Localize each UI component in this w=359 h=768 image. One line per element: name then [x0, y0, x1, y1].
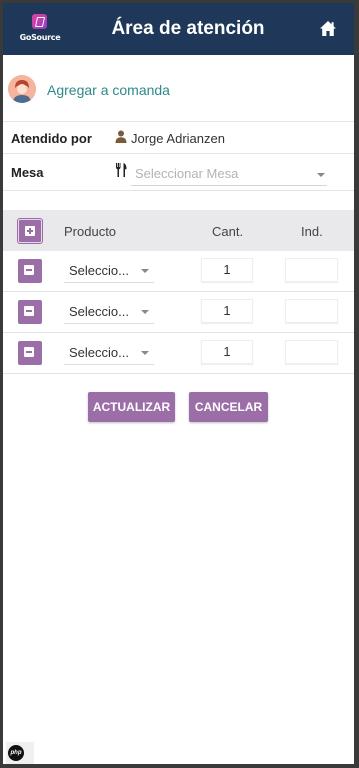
add-to-command-link[interactable]: Agregar a comanda	[47, 82, 170, 98]
table-select[interactable]: Seleccionar Mesa	[131, 162, 327, 186]
attended-by-label: Atendido por	[11, 131, 92, 146]
remove-item-button[interactable]	[18, 300, 42, 324]
column-header-product: Producto	[64, 224, 117, 239]
indication-input[interactable]	[285, 340, 338, 364]
chevron-down-icon	[141, 351, 149, 355]
minus-square-icon	[24, 265, 34, 275]
update-button[interactable]: ACTUALIZAR	[88, 392, 175, 422]
user-icon	[115, 130, 127, 143]
table-row: Seleccio... 1	[3, 251, 354, 292]
product-select-value: Seleccio...	[69, 263, 129, 278]
table-row: Seleccio... 1	[3, 292, 354, 333]
avatar	[8, 75, 36, 103]
logo-text: GoSource	[19, 33, 61, 42]
home-icon[interactable]	[319, 20, 337, 37]
attended-by-value: Jorge Adrianzen	[131, 131, 225, 146]
attended-by-row: Atendido por Jorge Adrianzen	[3, 121, 354, 154]
logo-mark-icon	[32, 14, 47, 29]
items-table-header: Producto Cant. Ind.	[3, 210, 354, 251]
chevron-down-icon	[317, 173, 325, 177]
chevron-down-icon	[141, 310, 149, 314]
table-row: Seleccio... 1	[3, 333, 354, 374]
app-frame: GoSource Área de atención Agregar a coma…	[3, 3, 354, 764]
fork-knife-icon	[116, 163, 127, 177]
remove-item-button[interactable]	[18, 341, 42, 365]
chevron-down-icon	[141, 269, 149, 273]
php-debug-badge[interactable]: php	[6, 742, 34, 764]
product-select[interactable]: Seleccio...	[64, 299, 154, 324]
gosource-logo[interactable]: GoSource	[17, 12, 61, 46]
indication-input[interactable]	[285, 299, 338, 323]
cancel-button[interactable]: CANCELAR	[189, 392, 268, 422]
minus-square-icon	[24, 347, 34, 357]
php-icon: php	[8, 745, 24, 761]
product-select-value: Seleccio...	[69, 304, 129, 319]
product-select-value: Seleccio...	[69, 345, 129, 360]
table-select-row: Mesa Seleccionar Mesa	[3, 154, 354, 191]
quantity-input[interactable]: 1	[201, 299, 253, 323]
column-header-indication: Ind.	[301, 224, 323, 239]
plus-square-icon	[25, 226, 35, 236]
remove-item-button[interactable]	[18, 259, 42, 283]
add-command-row[interactable]: Agregar a comanda	[3, 71, 354, 111]
minus-square-icon	[24, 306, 34, 316]
column-header-quantity: Cant.	[212, 224, 244, 239]
indication-input[interactable]	[285, 258, 338, 282]
quantity-input[interactable]: 1	[201, 340, 253, 364]
table-select-placeholder: Seleccionar Mesa	[135, 166, 239, 181]
quantity-input[interactable]: 1	[201, 258, 253, 282]
app-header: GoSource Área de atención	[3, 3, 354, 55]
product-select[interactable]: Seleccio...	[64, 258, 154, 283]
table-label: Mesa	[11, 165, 44, 180]
add-item-button[interactable]	[18, 219, 42, 243]
product-select[interactable]: Seleccio...	[64, 340, 154, 365]
page-title: Área de atención	[111, 18, 265, 39]
